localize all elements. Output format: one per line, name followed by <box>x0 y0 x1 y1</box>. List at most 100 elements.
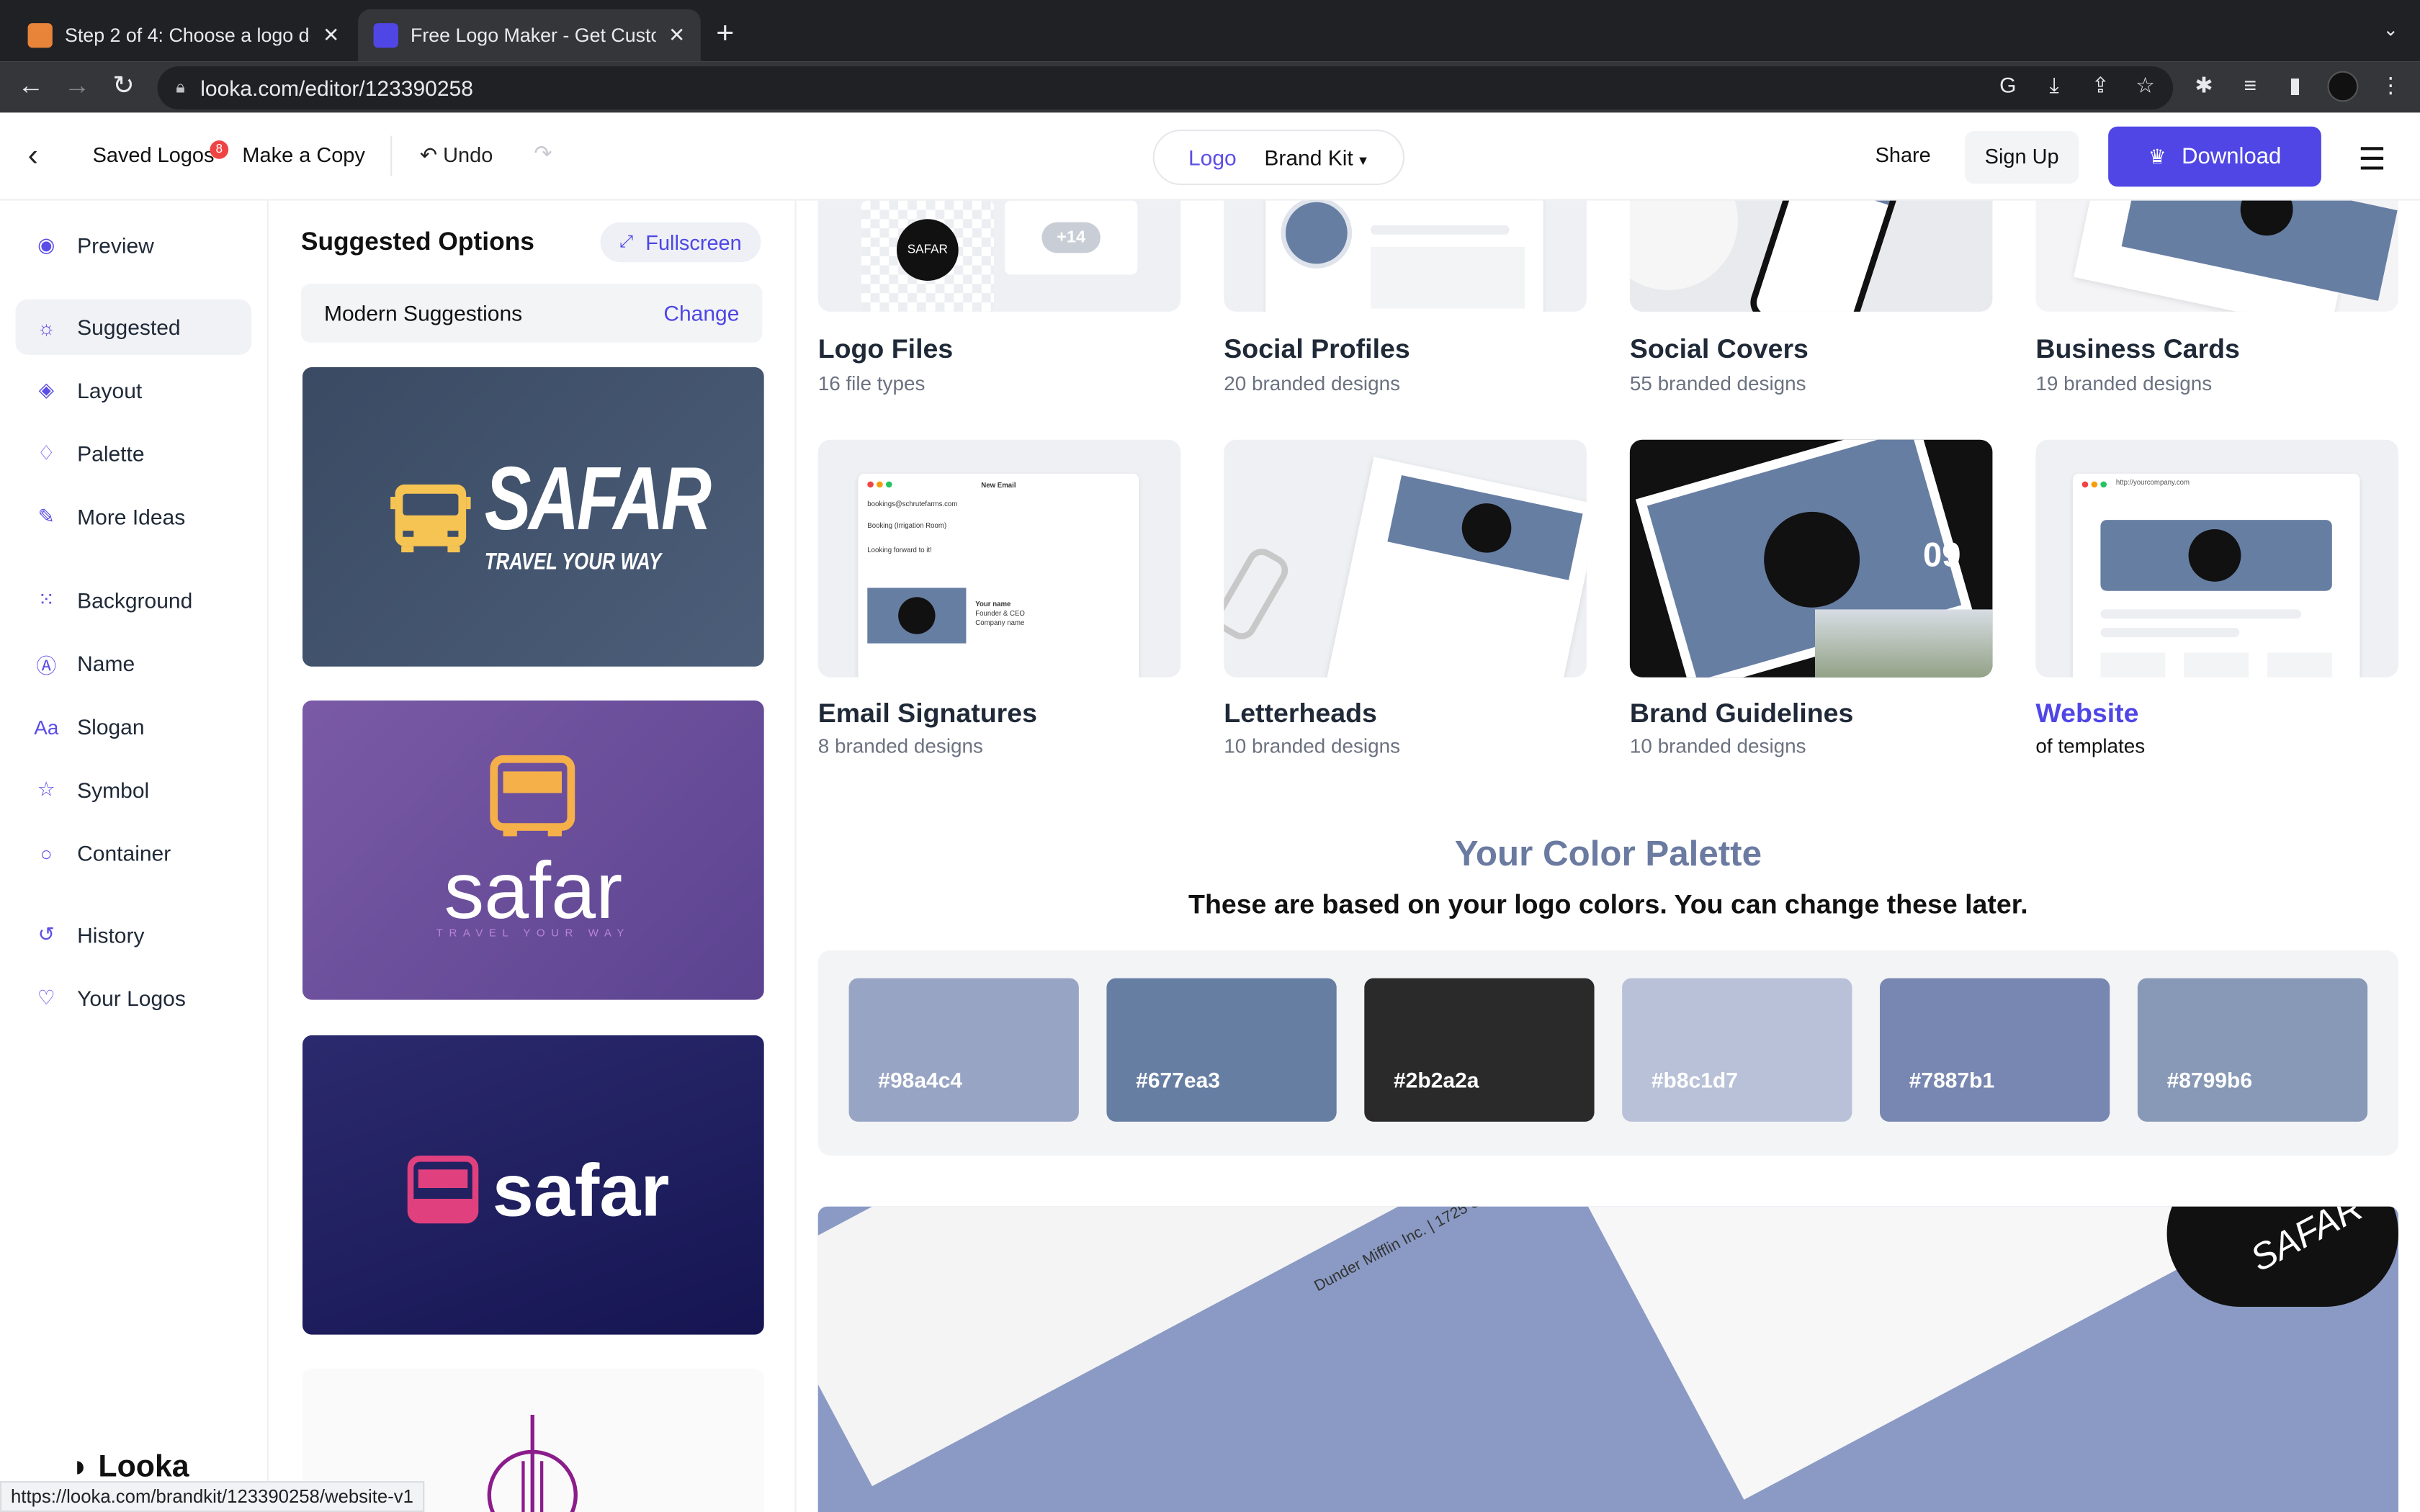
download-button[interactable]: ♛ Download <box>2108 126 2321 187</box>
undo-button[interactable]: ↶ Undo <box>420 143 493 168</box>
logo-option-card[interactable]: SAFAR TRAVEL YOUR WAY <box>302 366 764 667</box>
share-button[interactable]: Share <box>1876 143 1931 166</box>
card-title[interactable]: Social Profiles <box>1224 333 1410 366</box>
logo-name-text: safar <box>492 1151 670 1233</box>
sidebar-item-label: More Ideas <box>77 504 186 529</box>
sidebar-item-label: Slogan <box>77 714 145 739</box>
brand-kit-main: SAFAR +14 Logo Files 16 file types Socia… <box>796 200 2420 1512</box>
card-subtitle: 55 branded designs <box>1629 372 1806 395</box>
browser-tab[interactable]: Step 2 of 4: Choose a logo des ✕ <box>12 9 355 62</box>
google-icon[interactable]: G <box>1994 73 2022 101</box>
bus-icon <box>490 755 575 837</box>
text-icon: Aa <box>34 715 59 739</box>
letter-logo <box>1457 498 1516 558</box>
profile-avatar[interactable] <box>2327 71 2359 102</box>
sidebar-item-label: Palette <box>77 441 145 467</box>
card-subtitle: 10 branded designs <box>1224 734 1401 758</box>
hamburger-menu-icon[interactable]: ☰ <box>2358 140 2385 179</box>
sidebar-item-name[interactable]: Ⓐ Name <box>15 636 251 691</box>
tab-logo[interactable]: Logo <box>1188 145 1237 169</box>
card-title[interactable]: Letterheads <box>1224 698 1377 730</box>
color-swatch[interactable]: #7887b1 <box>1880 978 2110 1122</box>
kebab-menu-icon[interactable]: ⋮ <box>2377 73 2405 101</box>
swatch-hex: #98a4c4 <box>878 1067 963 1093</box>
color-swatch[interactable]: #98a4c4 <box>848 978 1079 1122</box>
suggestion-mode-bar: Modern Suggestions Change <box>300 284 763 343</box>
placeholder-block <box>2184 652 2249 678</box>
extensions-icon[interactable]: ✱ <box>2190 73 2218 101</box>
reading-list-icon[interactable]: ≡ <box>2236 73 2264 101</box>
sidebar-item-layout[interactable]: ◈ Layout <box>15 363 251 418</box>
avatar <box>1281 200 1353 269</box>
envelope-shape <box>817 1206 1445 1487</box>
sidebar-item-label: Symbol <box>77 778 150 803</box>
sidebar-item-container[interactable]: ○ Container <box>15 825 251 881</box>
business-cards-thumbnail[interactable] <box>2035 200 2398 312</box>
brand-guidelines-thumbnail[interactable]: 09 <box>1629 439 1993 678</box>
card-title[interactable]: Website <box>2035 698 2138 730</box>
website-thumbnail[interactable]: http://yourcompany.com <box>2035 439 2398 678</box>
sidebar-item-palette[interactable]: ♢ Palette <box>15 426 251 481</box>
email-signatures-thumbnail[interactable]: New Email bookings@schrutefarms.com Book… <box>817 439 1181 678</box>
sidebar-item-slogan[interactable]: Aa Slogan <box>15 699 251 755</box>
change-mode-link[interactable]: Change <box>663 301 739 325</box>
close-icon[interactable]: ✕ <box>668 23 685 48</box>
sidepanel-icon[interactable]: ▮ <box>2281 73 2309 101</box>
card-title[interactable]: Business Cards <box>2035 333 2239 366</box>
logo-option-card[interactable]: safar <box>302 1035 764 1335</box>
email-header: New Email <box>981 481 1016 490</box>
social-covers-thumbnail[interactable] <box>1629 200 1993 312</box>
star-icon[interactable]: ☆ <box>2131 73 2159 101</box>
swatch-hex: #7887b1 <box>1909 1067 1995 1093</box>
reload-icon[interactable]: ↻ <box>107 71 140 102</box>
letter-header <box>1387 475 1583 580</box>
share-icon[interactable]: ⇪ <box>2087 73 2115 101</box>
sidebar-item-suggested[interactable]: ☼ Suggested <box>15 299 252 355</box>
make-copy-button[interactable]: Make a Copy <box>242 143 364 166</box>
chevron-down-icon[interactable]: ⌄ <box>2383 19 2398 40</box>
swatch-hex: #677ea3 <box>1136 1067 1220 1093</box>
letterheads-thumbnail[interactable] <box>1224 439 1587 678</box>
sidebar-item-label: Your Logos <box>77 986 186 1011</box>
address-bar[interactable]: 🔒︎ looka.com/editor/123390258 <box>157 66 2174 110</box>
redo-icon[interactable]: ↷ <box>534 140 552 166</box>
sidebar-item-preview[interactable]: ◉ Preview <box>15 217 251 273</box>
card-title[interactable]: Social Covers <box>1630 333 1809 366</box>
sidebar-item-symbol[interactable]: ☆ Symbol <box>15 762 251 818</box>
placeholder-line <box>2100 609 2301 619</box>
saved-logos-link[interactable]: Saved Logos <box>93 143 215 166</box>
tab-title: Free Logo Maker - Get Custom <box>411 24 656 47</box>
back-chevron-icon[interactable]: ‹ <box>28 139 38 174</box>
fullscreen-button[interactable]: ⤢ Fullscreen <box>600 222 761 263</box>
social-profiles-thumbnail[interactable] <box>1224 200 1587 312</box>
browser-tab-active[interactable]: Free Logo Maker - Get Custom ✕ <box>358 9 701 62</box>
circle-icon: ○ <box>40 841 53 865</box>
logo-option-card[interactable]: safar TRAVEL YOUR WAY <box>302 700 764 1000</box>
sidebar-item-your-logos[interactable]: ♡ Your Logos <box>15 971 251 1026</box>
tab-brand-kit[interactable]: Brand Kit ▾ <box>1264 145 1367 169</box>
install-icon[interactable]: ⤓ <box>2040 73 2069 101</box>
close-icon[interactable]: ✕ <box>323 23 339 48</box>
sidebar-item-more-ideas[interactable]: ✎ More Ideas <box>15 489 251 544</box>
card-title[interactable]: Brand Guidelines <box>1630 698 1853 730</box>
placeholder-block <box>2100 652 2166 678</box>
website-url: http://yourcompany.com <box>2115 478 2190 486</box>
more-count-badge: +14 <box>1041 222 1101 253</box>
sign-up-button[interactable]: Sign Up <box>1964 131 2079 184</box>
back-arrow-icon[interactable]: ← <box>14 71 48 102</box>
stationery-mockup: Dunder Mifflin Inc. | 1725 Slough Avenue… <box>817 1206 2398 1512</box>
coffee-cup-shape <box>1629 200 1738 290</box>
divider <box>390 135 393 176</box>
forward-arrow-icon[interactable]: → <box>60 71 94 102</box>
color-swatch[interactable]: #2b2a2a <box>1364 978 1595 1122</box>
logo-files-thumbnail[interactable]: SAFAR +14 <box>817 200 1181 312</box>
new-tab-icon[interactable]: + <box>716 17 734 53</box>
card-title[interactable]: Email Signatures <box>818 698 1037 730</box>
sidebar-item-history[interactable]: ↺ History <box>15 907 251 963</box>
sidebar-item-background[interactable]: ⁙ Background <box>15 572 251 628</box>
color-swatch[interactable]: #8799b6 <box>2137 978 2368 1122</box>
color-swatch[interactable]: #677ea3 <box>1106 978 1337 1122</box>
card-title[interactable]: Logo Files <box>818 333 954 366</box>
color-swatch[interactable]: #b8c1d7 <box>1622 978 1852 1122</box>
editor-sidebar: ◉ Preview ☼ Suggested ◈ Layout ♢ Palette ✎ Mo… <box>0 200 269 1512</box>
